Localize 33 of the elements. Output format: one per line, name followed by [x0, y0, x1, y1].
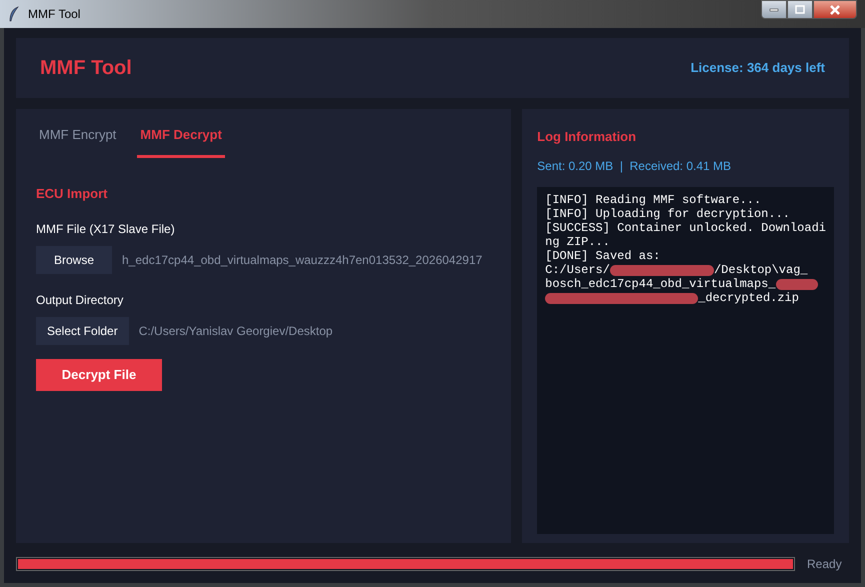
close-button[interactable]: [813, 0, 857, 19]
feather-icon: [8, 6, 20, 22]
minimize-button[interactable]: [761, 0, 787, 19]
status-text: Ready: [807, 556, 842, 573]
log-text: [SUCCESS] Container unlocked. Downloadi: [545, 220, 826, 234]
transfer-stats: Sent: 0.20 MB | Received: 0.41 MB: [537, 158, 732, 174]
path-field: C:/Users/Yanislav Georgiev/Desktop: [138, 322, 333, 340]
select-folder-button[interactable]: Select Folder: [36, 317, 129, 345]
license-status: License: 364 days left: [690, 59, 825, 78]
window-title: MMF Tool: [28, 6, 80, 23]
minimize-icon: [769, 8, 779, 12]
path-field: h_edc17cp44_obd_virtualmaps_wauzzz4h7en013532_2026042917: [122, 251, 482, 269]
field-label: MMF File (X17 Slave File): [36, 221, 176, 238]
log-text: _decrypted.zip: [698, 290, 799, 304]
redaction-mark: [776, 278, 818, 290]
field-label: Output Directory: [36, 292, 124, 309]
log-text: /Desktop\vag_: [714, 262, 808, 276]
maximize-icon: [795, 5, 805, 14]
log-title: Log Information: [537, 128, 638, 146]
close-icon: [829, 4, 841, 14]
log-text: bosch_edc17cp44_obd_virtualmaps_: [545, 276, 776, 290]
decrypt-button[interactable]: Decrypt File: [36, 359, 162, 391]
browse-button[interactable]: Browse: [36, 246, 112, 274]
log-text: C:/Users/: [545, 262, 610, 276]
tab[interactable]: MMF Decrypt: [137, 125, 225, 158]
app-title: MMF Tool: [40, 56, 132, 81]
log-text: ng ZIP...: [545, 234, 610, 248]
log-text: [INFO] Uploading for decryption...: [545, 206, 790, 220]
tab[interactable]: MMF Encrypt: [36, 125, 120, 158]
log-text: [DONE] Saved as:: [545, 248, 660, 262]
maximize-button[interactable]: [787, 0, 813, 19]
section-title: ECU Import: [36, 184, 108, 203]
log-text: [INFO] Reading MMF software...: [545, 192, 762, 206]
